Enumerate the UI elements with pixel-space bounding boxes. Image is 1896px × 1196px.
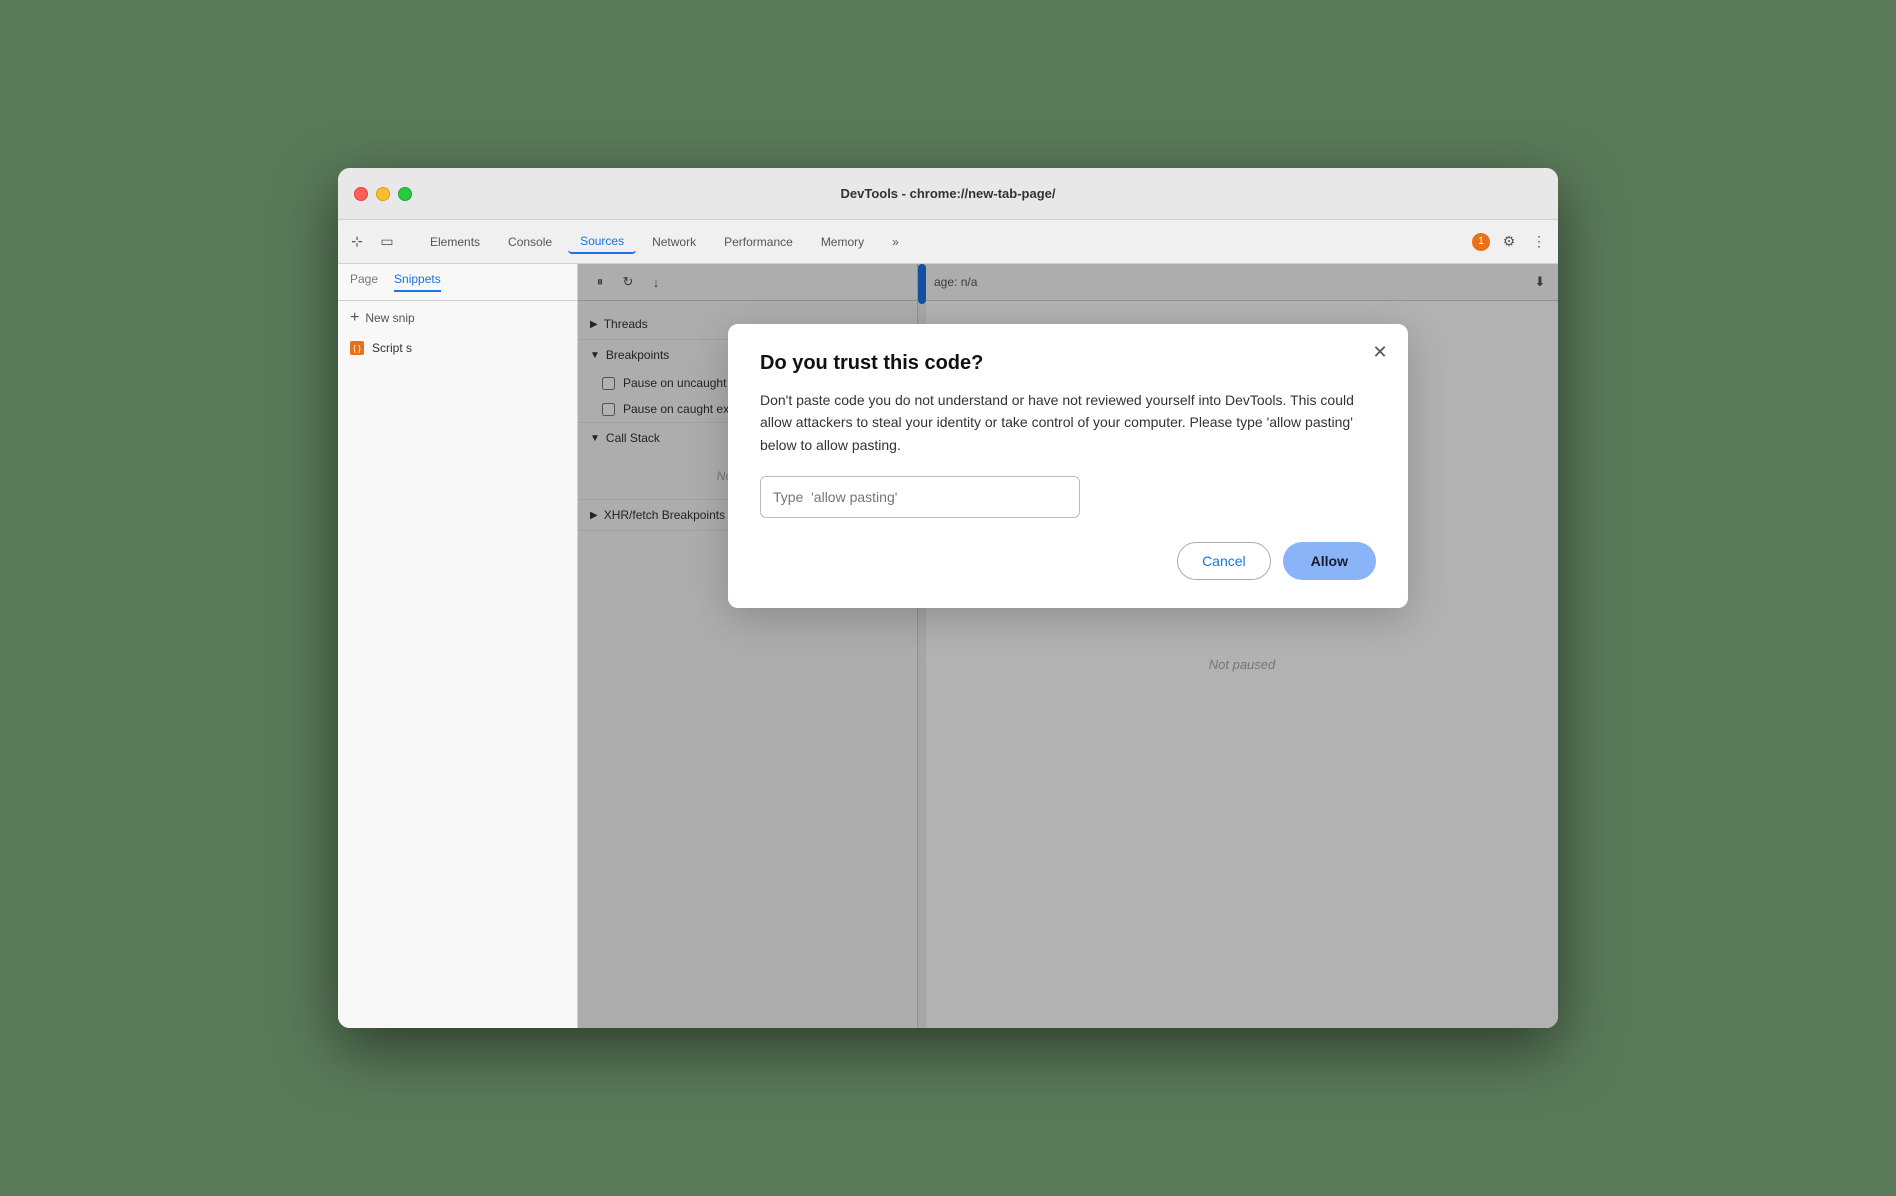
error-badge: 1 [1472, 233, 1490, 251]
modal-close-button[interactable]: ✕ [1368, 340, 1392, 364]
more-options-icon[interactable]: ⋮ [1528, 231, 1550, 253]
device-icon[interactable]: ▭ [376, 231, 398, 253]
tab-more[interactable]: » [880, 231, 911, 253]
script-item[interactable]: { } Script s [338, 335, 577, 361]
new-snip-label: New snip [365, 311, 414, 325]
trust-modal: ✕ Do you trust this code? Don't paste co… [728, 324, 1408, 608]
close-button[interactable] [354, 187, 368, 201]
tab-elements[interactable]: Elements [418, 231, 492, 253]
devtools-window: DevTools - chrome://new-tab-page/ ⊹ ▭ El… [338, 168, 1558, 1028]
new-snip-button[interactable]: + New snip [338, 301, 577, 335]
settings-icon[interactable]: ⚙ [1498, 231, 1520, 253]
modal-title: Do you trust this code? [760, 352, 1376, 375]
sidebar-tab-snippets[interactable]: Snippets [394, 272, 441, 292]
tab-sources[interactable]: Sources [568, 230, 636, 254]
modal-body: Don't paste code you do not understand o… [760, 389, 1376, 456]
sidebar: Page Snippets + New snip { } Script s [338, 264, 578, 1028]
devtools-tabs: ⊹ ▭ Elements Console Sources Network Per… [338, 220, 1558, 264]
minimize-button[interactable] [376, 187, 390, 201]
plus-icon: + [350, 309, 359, 327]
allow-pasting-input[interactable] [760, 476, 1080, 518]
maximize-button[interactable] [398, 187, 412, 201]
tab-performance[interactable]: Performance [712, 231, 805, 253]
modal-buttons: Cancel Allow [760, 542, 1376, 580]
tab-icons: ⊹ ▭ [346, 231, 398, 253]
devtools-main: Page Snippets + New snip { } Script s [338, 264, 1558, 1028]
window-title: DevTools - chrome://new-tab-page/ [840, 186, 1055, 201]
devtools-body: ⊹ ▭ Elements Console Sources Network Per… [338, 220, 1558, 1028]
tab-right-controls: 1 ⚙ ⋮ [1472, 231, 1550, 253]
traffic-lights [354, 187, 412, 201]
sidebar-tab-page[interactable]: Page [350, 272, 378, 292]
modal-overlay: ✕ Do you trust this code? Don't paste co… [578, 264, 1558, 1028]
script-item-label: Script s [372, 341, 412, 355]
allow-button[interactable]: Allow [1283, 542, 1376, 580]
script-icon: { } [350, 341, 364, 355]
inspect-icon[interactable]: ⊹ [346, 231, 368, 253]
tab-memory[interactable]: Memory [809, 231, 876, 253]
tab-console[interactable]: Console [496, 231, 564, 253]
cancel-button[interactable]: Cancel [1177, 542, 1271, 580]
content-area: ⏸ ↻ ↓ ▶ Threads [578, 264, 1558, 1028]
titlebar: DevTools - chrome://new-tab-page/ [338, 168, 1558, 220]
sidebar-tabs: Page Snippets [338, 264, 577, 301]
tab-network[interactable]: Network [640, 231, 708, 253]
